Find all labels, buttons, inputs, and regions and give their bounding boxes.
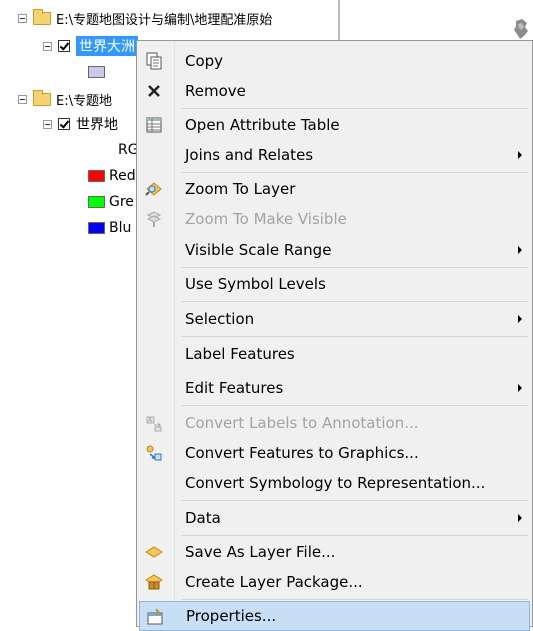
menu-item-label: Copy: [185, 52, 224, 70]
menu-item-create-layer-package[interactable]: Create Layer Package...: [139, 567, 530, 597]
menu-item-copy[interactable]: Copy: [139, 46, 530, 76]
properties-icon: [146, 608, 164, 626]
layer-file-icon: [145, 543, 163, 561]
group-path-label[interactable]: E:\专题地: [56, 90, 112, 109]
zoom-visible-icon: [145, 210, 163, 228]
menu-item-label: Open Attribute Table: [185, 116, 340, 134]
menu-separator: [181, 172, 528, 173]
menu-item-zoom-to-layer[interactable]: Zoom To Layer: [139, 174, 530, 204]
menu-item-label: Properties...: [186, 607, 277, 625]
layer-context-menu: Copy Remove Open Attribute Table Joins a…: [136, 40, 533, 631]
menu-item-remove[interactable]: Remove: [139, 76, 530, 106]
submenu-arrow-icon: [518, 246, 522, 254]
menu-item-zoom-to-make-visible[interactable]: Zoom To Make Visible: [139, 204, 530, 234]
menu-separator: [181, 405, 528, 406]
collapse-icon[interactable]: [43, 41, 52, 51]
menu-item-label: Convert Symbology to Representation...: [185, 474, 486, 492]
collapse-icon[interactable]: [18, 94, 27, 104]
menu-item-label: Joins and Relates: [185, 146, 314, 164]
submenu-arrow-icon: [518, 384, 522, 392]
menu-item-label: Zoom To Layer: [185, 180, 296, 198]
convert-graphics-icon: [145, 444, 163, 462]
menu-item-label: Data: [185, 509, 221, 527]
toc-band-row[interactable]: Blu: [88, 217, 131, 239]
remove-icon: [145, 82, 163, 100]
layer-name-label[interactable]: 世界大洲: [76, 36, 138, 56]
layer-visibility-checkbox[interactable]: [58, 40, 70, 52]
menu-separator: [181, 301, 528, 302]
submenu-arrow-icon: [518, 514, 522, 522]
toc-layer-row[interactable]: 世界地: [43, 113, 118, 135]
menu-separator: [181, 267, 528, 268]
menu-item-label: Edit Features: [185, 379, 284, 397]
band-label: Red: [109, 168, 136, 184]
submenu-arrow-icon: [518, 151, 522, 159]
table-icon: [145, 116, 163, 134]
layer-package-icon: [145, 573, 163, 591]
folder-icon: [33, 8, 51, 25]
toc-group-row[interactable]: E:\专题地图设计与编制\地理配准原始: [18, 7, 272, 29]
band-swatch[interactable]: [88, 196, 105, 208]
group-path-label[interactable]: E:\专题地图设计与编制\地理配准原始: [56, 9, 272, 28]
menu-item-label: Remove: [185, 82, 246, 100]
menu-item-use-symbol-levels[interactable]: Use Symbol Levels: [139, 269, 530, 299]
toc-band-row[interactable]: Gre: [88, 191, 134, 213]
folder-icon: [33, 89, 51, 106]
menu-separator: [181, 336, 528, 337]
menu-item-label: Label Features: [185, 345, 295, 363]
menu-separator: [181, 108, 528, 109]
submenu-arrow-icon: [518, 315, 522, 323]
map-preview-icon: [514, 19, 528, 39]
toc-symbol-row[interactable]: [88, 61, 109, 83]
toc-group-row[interactable]: E:\专题地: [18, 88, 112, 110]
panel-divider[interactable]: [338, 0, 340, 40]
menu-item-label: Visible Scale Range: [185, 241, 332, 259]
toc-layer-row[interactable]: 世界大洲: [43, 35, 138, 57]
menu-item-convert-features-to-graphics[interactable]: Convert Features to Graphics...: [139, 438, 530, 468]
zoom-layer-icon: [145, 180, 163, 198]
menu-item-visible-scale-range[interactable]: Visible Scale Range: [139, 235, 530, 265]
menu-item-convert-symbology-to-representation[interactable]: Convert Symbology to Representation...: [139, 468, 530, 498]
layer-visibility-checkbox[interactable]: [58, 118, 70, 130]
menu-item-label-features[interactable]: Label Features: [139, 339, 530, 369]
layer-name-label[interactable]: 世界地: [76, 114, 118, 134]
menu-item-label: Use Symbol Levels: [185, 275, 326, 293]
menu-item-joins-and-relates[interactable]: Joins and Relates: [139, 140, 530, 170]
toc-band-row[interactable]: Red: [88, 165, 136, 187]
menu-separator: [181, 599, 528, 600]
menu-item-convert-labels-to-annotation[interactable]: A Convert Labels to Annotation...: [139, 408, 530, 438]
menu-separator: [181, 500, 528, 501]
menu-item-save-as-layer-file[interactable]: Save As Layer File...: [139, 537, 530, 567]
band-label: Blu: [109, 220, 132, 236]
menu-item-data[interactable]: Data: [139, 503, 530, 533]
copy-icon: [145, 52, 163, 70]
menu-item-label: Create Layer Package...: [185, 573, 363, 591]
menu-item-selection[interactable]: Selection: [139, 304, 530, 334]
menu-item-label: Selection: [185, 310, 255, 328]
band-swatch[interactable]: [88, 222, 105, 234]
band-swatch[interactable]: [88, 170, 105, 182]
menu-item-label: Save As Layer File...: [185, 543, 336, 561]
layer-symbol-swatch[interactable]: [88, 66, 105, 78]
collapse-icon[interactable]: [43, 119, 52, 129]
menu-item-open-attribute-table[interactable]: Open Attribute Table: [139, 110, 530, 140]
band-label: Gre: [109, 194, 134, 210]
menu-item-label: Convert Labels to Annotation...: [185, 414, 419, 432]
collapse-icon[interactable]: [18, 13, 27, 23]
convert-labels-icon: A: [145, 414, 163, 432]
menu-item-label: Zoom To Make Visible: [185, 210, 347, 228]
menu-item-edit-features[interactable]: Edit Features: [139, 373, 530, 403]
menu-item-label: Convert Features to Graphics...: [185, 444, 419, 462]
menu-separator: [181, 535, 528, 536]
